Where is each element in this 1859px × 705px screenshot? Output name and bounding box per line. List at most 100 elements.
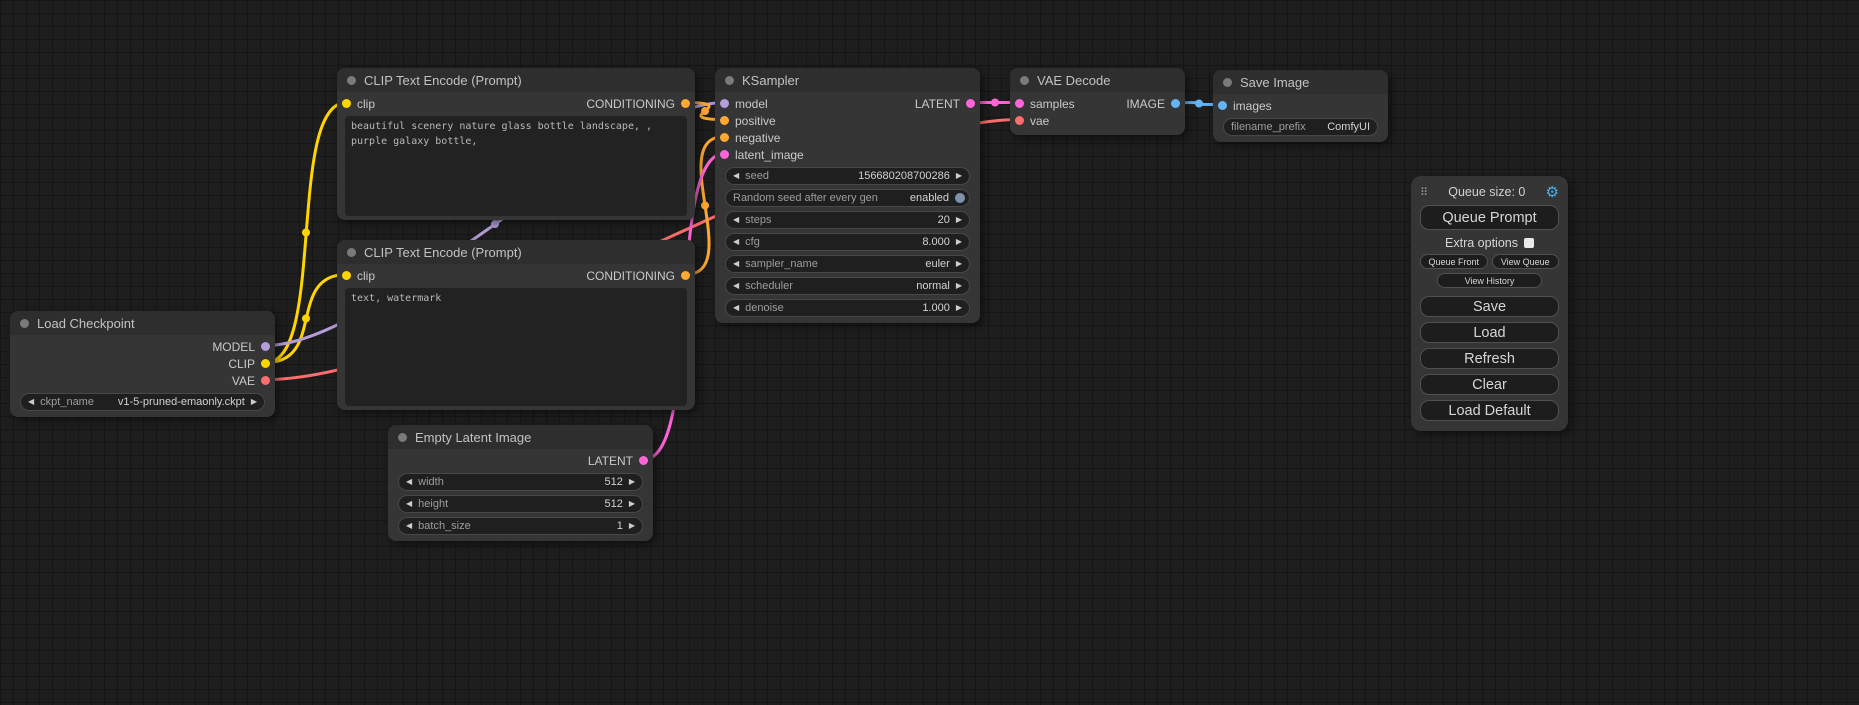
- decrement-arrow-icon[interactable]: ◀: [406, 522, 412, 530]
- queue-size-label: Queue size: 0: [1448, 185, 1525, 199]
- increment-arrow-icon[interactable]: ▶: [629, 522, 635, 530]
- increment-arrow-icon[interactable]: ▶: [956, 282, 962, 290]
- input-label-vae: vae: [1030, 114, 1049, 128]
- increment-arrow-icon[interactable]: ▶: [629, 500, 635, 508]
- decrement-arrow-icon[interactable]: ◀: [406, 500, 412, 508]
- view-history-button[interactable]: View History: [1437, 273, 1543, 288]
- queue-front-button[interactable]: Queue Front: [1420, 254, 1488, 269]
- negative-input-slot[interactable]: [720, 133, 729, 142]
- widget-label: steps: [745, 214, 771, 226]
- load-default-button[interactable]: Load Default: [1420, 400, 1559, 421]
- node-title-bar[interactable]: CLIP Text Encode (Prompt): [337, 68, 695, 92]
- conditioning-output-slot[interactable]: [681, 271, 690, 280]
- latent-output-slot[interactable]: [639, 456, 648, 465]
- denoise-widget[interactable]: ◀ denoise 1.000 ▶: [725, 299, 970, 317]
- node-load-checkpoint[interactable]: Load Checkpoint MODEL CLIP VAE: [10, 311, 275, 417]
- image-output-slot[interactable]: [1171, 99, 1180, 108]
- negative-prompt-textarea[interactable]: text, watermark: [345, 288, 687, 406]
- collapse-dot[interactable]: [725, 76, 734, 85]
- widget-value: 512: [604, 498, 622, 510]
- ckpt-name-widget[interactable]: ◀ ckpt_name v1-5-pruned-emaonly.ckpt ▶: [20, 393, 265, 411]
- latent-image-input-slot[interactable]: [720, 150, 729, 159]
- collapse-dot[interactable]: [347, 76, 356, 85]
- drag-handle-icon[interactable]: ⠿: [1420, 186, 1428, 199]
- node-save-image[interactable]: Save Image images filename_prefix ComfyU…: [1213, 70, 1388, 142]
- steps-widget[interactable]: ◀ steps 20 ▶: [725, 211, 970, 229]
- widget-value: normal: [916, 280, 950, 292]
- model-input-slot[interactable]: [720, 99, 729, 108]
- toggle-knob[interactable]: [955, 193, 965, 203]
- queue-prompt-button[interactable]: Queue Prompt: [1420, 205, 1559, 230]
- load-button[interactable]: Load: [1420, 322, 1559, 343]
- clear-button[interactable]: Clear: [1420, 374, 1559, 395]
- widget-value: 512: [604, 476, 622, 488]
- increment-arrow-icon[interactable]: ▶: [956, 238, 962, 246]
- sampler-name-widget[interactable]: ◀ sampler_name euler ▶: [725, 255, 970, 273]
- node-clip-text-encode-positive[interactable]: CLIP Text Encode (Prompt) clip CONDITION…: [337, 68, 695, 220]
- decrement-arrow-icon[interactable]: ◀: [733, 238, 739, 246]
- view-queue-button[interactable]: View Queue: [1492, 254, 1560, 269]
- node-title: KSampler: [742, 73, 799, 88]
- filename-prefix-widget[interactable]: filename_prefix ComfyUI: [1223, 118, 1378, 136]
- clip-input-slot[interactable]: [342, 271, 351, 280]
- widget-label: batch_size: [418, 520, 471, 532]
- decrement-arrow-icon[interactable]: ◀: [733, 216, 739, 224]
- collapse-dot[interactable]: [398, 433, 407, 442]
- cfg-widget[interactable]: ◀ cfg 8.000 ▶: [725, 233, 970, 251]
- widget-label: denoise: [745, 302, 784, 314]
- increment-arrow-icon[interactable]: ▶: [956, 260, 962, 268]
- node-title-bar[interactable]: KSampler: [715, 68, 980, 92]
- node-empty-latent-image[interactable]: Empty Latent Image LATENT ◀ width 512 ▶ …: [388, 425, 653, 541]
- images-input-slot[interactable]: [1218, 101, 1227, 110]
- increment-arrow-icon[interactable]: ▶: [629, 478, 635, 486]
- node-title-bar[interactable]: Save Image: [1213, 70, 1388, 94]
- output-label-conditioning: CONDITIONING: [586, 269, 675, 283]
- samples-input-slot[interactable]: [1015, 99, 1024, 108]
- model-output-slot[interactable]: [261, 342, 270, 351]
- collapse-dot[interactable]: [1223, 78, 1232, 87]
- extra-options-checkbox[interactable]: [1524, 238, 1534, 248]
- decrement-arrow-icon[interactable]: ◀: [406, 478, 412, 486]
- widget-value: ComfyUI: [1327, 121, 1370, 133]
- widget-label: cfg: [745, 236, 760, 248]
- increment-arrow-icon[interactable]: ▶: [956, 304, 962, 312]
- clip-output-slot[interactable]: [261, 359, 270, 368]
- decrement-arrow-icon[interactable]: ◀: [733, 172, 739, 180]
- vae-input-slot[interactable]: [1015, 116, 1024, 125]
- increment-arrow-icon[interactable]: ▶: [956, 216, 962, 224]
- random-seed-toggle-widget[interactable]: Random seed after every gen enabled: [725, 189, 970, 207]
- node-clip-text-encode-negative[interactable]: CLIP Text Encode (Prompt) clip CONDITION…: [337, 240, 695, 410]
- batch-size-widget[interactable]: ◀ batch_size 1 ▶: [398, 517, 643, 535]
- node-title-bar[interactable]: Empty Latent Image: [388, 425, 653, 449]
- increment-arrow-icon[interactable]: ▶: [251, 398, 257, 406]
- widget-label: scheduler: [745, 280, 793, 292]
- width-widget[interactable]: ◀ width 512 ▶: [398, 473, 643, 491]
- node-title-bar[interactable]: Load Checkpoint: [10, 311, 275, 335]
- graph-canvas[interactable]: Load Checkpoint MODEL CLIP VAE: [0, 0, 1859, 705]
- conditioning-output-slot[interactable]: [681, 99, 690, 108]
- settings-gear-icon[interactable]: ⚙: [1546, 183, 1559, 201]
- decrement-arrow-icon[interactable]: ◀: [733, 260, 739, 268]
- save-button[interactable]: Save: [1420, 296, 1559, 317]
- seed-widget[interactable]: ◀ seed 156680208700286 ▶: [725, 167, 970, 185]
- scheduler-widget[interactable]: ◀ scheduler normal ▶: [725, 277, 970, 295]
- increment-arrow-icon[interactable]: ▶: [956, 172, 962, 180]
- decrement-arrow-icon[interactable]: ◀: [733, 282, 739, 290]
- node-vae-decode[interactable]: VAE Decode samples IMAGE vae: [1010, 68, 1185, 135]
- node-title-bar[interactable]: VAE Decode: [1010, 68, 1185, 92]
- widget-value: 20: [938, 214, 950, 226]
- clip-input-slot[interactable]: [342, 99, 351, 108]
- decrement-arrow-icon[interactable]: ◀: [733, 304, 739, 312]
- refresh-button[interactable]: Refresh: [1420, 348, 1559, 369]
- positive-prompt-textarea[interactable]: beautiful scenery nature glass bottle la…: [345, 116, 687, 216]
- vae-output-slot[interactable]: [261, 376, 270, 385]
- collapse-dot[interactable]: [347, 248, 356, 257]
- height-widget[interactable]: ◀ height 512 ▶: [398, 495, 643, 513]
- node-title-bar[interactable]: CLIP Text Encode (Prompt): [337, 240, 695, 264]
- node-ksampler[interactable]: KSampler model LATENT positive: [715, 68, 980, 323]
- positive-input-slot[interactable]: [720, 116, 729, 125]
- collapse-dot[interactable]: [20, 319, 29, 328]
- collapse-dot[interactable]: [1020, 76, 1029, 85]
- decrement-arrow-icon[interactable]: ◀: [28, 398, 34, 406]
- latent-output-slot[interactable]: [966, 99, 975, 108]
